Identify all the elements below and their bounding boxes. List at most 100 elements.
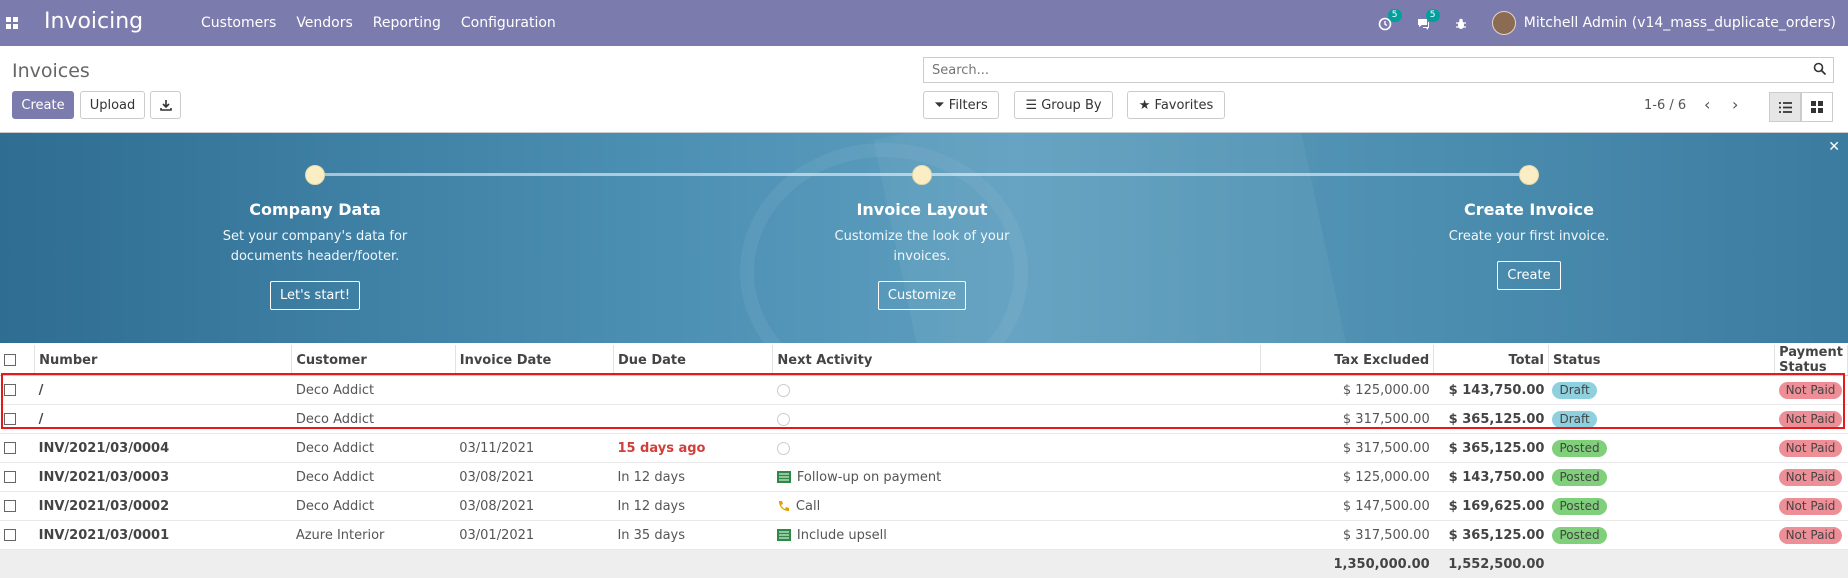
schedule-activity-clock-icon[interactable] [777, 384, 790, 397]
invoice-number[interactable]: INV/2021/03/0001 [35, 521, 292, 550]
upload-button[interactable]: Upload [80, 91, 145, 119]
due-date[interactable]: 15 days ago [613, 434, 772, 463]
column-tax-excluded[interactable]: Tax Excluded [1260, 345, 1433, 376]
schedule-activity-clock-icon[interactable] [777, 442, 790, 455]
group-by-button[interactable]: ☰ Group By [1014, 91, 1113, 119]
create-invoice-button[interactable]: Create [1497, 261, 1560, 290]
menu-item-customers[interactable]: Customers [201, 15, 276, 31]
activity-label[interactable]: Include upsell [797, 528, 887, 543]
activity-label[interactable]: Call [796, 499, 820, 514]
schedule-activity-clock-icon[interactable] [777, 413, 790, 426]
next-activity[interactable] [773, 405, 1260, 434]
invoice-date[interactable] [455, 376, 613, 405]
status-cell[interactable]: Posted [1548, 434, 1774, 463]
status-cell[interactable]: Draft [1548, 405, 1774, 434]
step-title[interactable]: Company Data [115, 200, 515, 219]
pager-previous-icon[interactable]: ‹ [1704, 95, 1710, 114]
checkbox[interactable] [4, 384, 16, 396]
customer-name[interactable]: Deco Addict [292, 463, 455, 492]
invoice-number[interactable]: INV/2021/03/0004 [35, 434, 292, 463]
lets-start-button[interactable]: Let's start! [270, 281, 360, 310]
checkbox[interactable] [4, 471, 16, 483]
row-select[interactable] [0, 463, 35, 492]
invoice-number[interactable]: / [35, 376, 292, 405]
menu-item-configuration[interactable]: Configuration [461, 15, 556, 31]
due-date[interactable]: In 35 days [613, 521, 772, 550]
column-total[interactable]: Total [1434, 345, 1549, 376]
row-select[interactable] [0, 521, 35, 550]
column-customer[interactable]: Customer [292, 345, 455, 376]
payment-status-cell[interactable]: Not Paid [1775, 434, 1848, 463]
menu-item-vendors[interactable]: Vendors [296, 15, 352, 31]
next-activity[interactable]: Call [773, 492, 1260, 521]
customer-name[interactable]: Deco Addict [292, 376, 455, 405]
column-status[interactable]: Status [1548, 345, 1774, 376]
tax-excluded[interactable]: $ 317,500.00 [1260, 405, 1433, 434]
table-row[interactable]: INV/2021/03/0002Deco Addict03/08/2021In … [0, 492, 1848, 521]
invoice-date[interactable]: 03/01/2021 [455, 521, 613, 550]
payment-status-cell[interactable]: Not Paid [1775, 521, 1848, 550]
table-row[interactable]: /Deco Addict $ 317,500.00$ 365,125.00Draf… [0, 405, 1848, 434]
checkbox[interactable] [4, 529, 16, 541]
next-activity[interactable] [773, 376, 1260, 405]
invoice-date[interactable]: 03/08/2021 [455, 492, 613, 521]
invoice-date[interactable]: 03/08/2021 [455, 463, 613, 492]
column-next-activity[interactable]: Next Activity [773, 345, 1260, 376]
menu-item-reporting[interactable]: Reporting [373, 15, 441, 31]
row-select[interactable] [0, 376, 35, 405]
column-due-date[interactable]: Due Date [613, 345, 772, 376]
status-cell[interactable]: Draft [1548, 376, 1774, 405]
tax-excluded[interactable]: $ 317,500.00 [1260, 434, 1433, 463]
checkbox[interactable] [4, 413, 16, 425]
total[interactable]: $ 365,125.00 [1434, 521, 1549, 550]
checkbox[interactable] [4, 354, 16, 366]
payment-status-cell[interactable]: Not Paid [1775, 405, 1848, 434]
payment-status-cell[interactable]: Not Paid [1775, 463, 1848, 492]
total[interactable]: $ 365,125.00 [1434, 405, 1549, 434]
user-avatar[interactable] [1492, 11, 1516, 35]
invoice-number[interactable]: / [35, 405, 292, 434]
total[interactable]: $ 143,750.00 [1434, 376, 1549, 405]
user-menu[interactable]: Mitchell Admin (v14_mass_duplicate_order… [1524, 15, 1836, 31]
column-invoice-date[interactable]: Invoice Date [455, 345, 613, 376]
customer-name[interactable]: Deco Addict [292, 492, 455, 521]
activity-clock-icon[interactable]: 5 [1378, 14, 1396, 32]
status-cell[interactable]: Posted [1548, 463, 1774, 492]
apps-menu-icon[interactable] [6, 17, 18, 29]
debug-bug-icon[interactable] [1454, 14, 1472, 32]
status-cell[interactable]: Posted [1548, 492, 1774, 521]
customer-name[interactable]: Deco Addict [292, 405, 455, 434]
select-all-checkbox[interactable] [0, 345, 35, 376]
table-row[interactable]: INV/2021/03/0001Azure Interior03/01/2021… [0, 521, 1848, 550]
customize-button[interactable]: Customize [878, 281, 966, 310]
table-row[interactable]: INV/2021/03/0004Deco Addict03/11/202115 … [0, 434, 1848, 463]
step-title[interactable]: Create Invoice [1329, 200, 1729, 219]
due-date[interactable]: In 12 days [613, 463, 772, 492]
status-cell[interactable]: Posted [1548, 521, 1774, 550]
row-select[interactable] [0, 405, 35, 434]
invoice-date[interactable]: 03/11/2021 [455, 434, 613, 463]
row-select[interactable] [0, 492, 35, 521]
kanban-view-button[interactable] [1801, 92, 1833, 122]
column-number[interactable]: Number [35, 345, 292, 376]
messages-icon[interactable]: 5 [1416, 14, 1434, 32]
export-download-button[interactable] [150, 91, 181, 119]
search-icon[interactable] [1813, 62, 1827, 76]
app-title[interactable]: Invoicing [44, 9, 143, 34]
customer-name[interactable]: Deco Addict [292, 434, 455, 463]
table-row[interactable]: /Deco Addict$ 125,000.00$ 143,750.00Draf… [0, 376, 1848, 405]
favorites-button[interactable]: ★ Favorites [1127, 91, 1225, 119]
tax-excluded[interactable]: $ 147,500.00 [1260, 492, 1433, 521]
due-date[interactable]: In 12 days [613, 492, 772, 521]
filters-button[interactable]: ⏷ Filters [923, 91, 999, 119]
due-date[interactable] [613, 405, 772, 434]
checkbox[interactable] [4, 442, 16, 454]
search-input[interactable] [930, 58, 1784, 82]
invoice-date[interactable] [455, 405, 613, 434]
total[interactable]: $ 143,750.00 [1434, 463, 1549, 492]
checkbox[interactable] [4, 500, 16, 512]
payment-status-cell[interactable]: Not Paid [1775, 376, 1848, 405]
activity-label[interactable]: Follow-up on payment [797, 470, 941, 485]
total[interactable]: $ 365,125.00 [1434, 434, 1549, 463]
next-activity[interactable]: Include upsell [773, 521, 1260, 550]
